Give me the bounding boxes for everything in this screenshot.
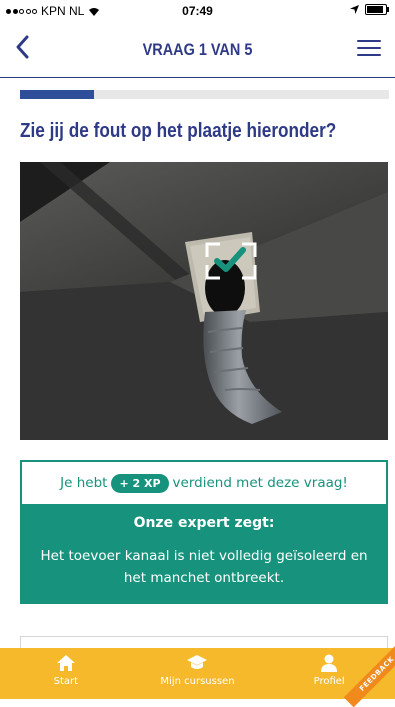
graduation-cap-icon: [187, 655, 208, 669]
tab-label: Start: [53, 676, 79, 687]
menu-button[interactable]: [357, 40, 381, 60]
tab-label: Profiel: [313, 676, 345, 687]
bottom-tab-bar: Start Mijn cursussen Profiel FEEDBACK: [0, 640, 395, 707]
expert-title: Onze expert zegt:: [133, 515, 275, 531]
expert-explanation: Het toevoer kanaal is niet volledig geïs…: [40, 548, 368, 586]
person-icon: [321, 654, 338, 672]
home-icon: [56, 655, 75, 671]
xp-earned-line: Je hebt + 2 XP verdiend met deze vraag!: [22, 462, 386, 504]
duct-photo-illustration: [20, 162, 388, 440]
tab-mijn-cursussen[interactable]: Mijn cursussen: [137, 648, 257, 699]
progress-fill: [20, 90, 94, 99]
question-photo: [20, 162, 388, 440]
nav-bar: VRAAG 1 VAN 5: [0, 22, 395, 78]
hamburger-icon: [357, 40, 381, 42]
xp-suffix: verdiend met deze vraag!: [172, 475, 348, 491]
status-bar: KPN NL 07:49: [0, 0, 395, 22]
answer-feedback-card: Je hebt + 2 XP verdiend met deze vraag! …: [20, 460, 388, 604]
battery-icon: [365, 4, 389, 15]
status-right: [350, 4, 389, 15]
checkmark-icon: [214, 247, 246, 272]
tab-start[interactable]: Start: [6, 648, 126, 699]
chevron-left-icon: [16, 35, 29, 59]
location-arrow-icon: [350, 5, 359, 14]
clock: 07:49: [182, 4, 213, 18]
question-progress-bar: [20, 90, 389, 99]
tab-label: Mijn cursussen: [160, 676, 235, 687]
page-title: VRAAG 1 VAN 5: [142, 40, 253, 59]
xp-prefix: Je hebt: [60, 475, 108, 491]
question-text: Zie jij de fout op het plaatje hieronder…: [20, 120, 337, 142]
xp-badge: + 2 XP: [111, 473, 169, 493]
